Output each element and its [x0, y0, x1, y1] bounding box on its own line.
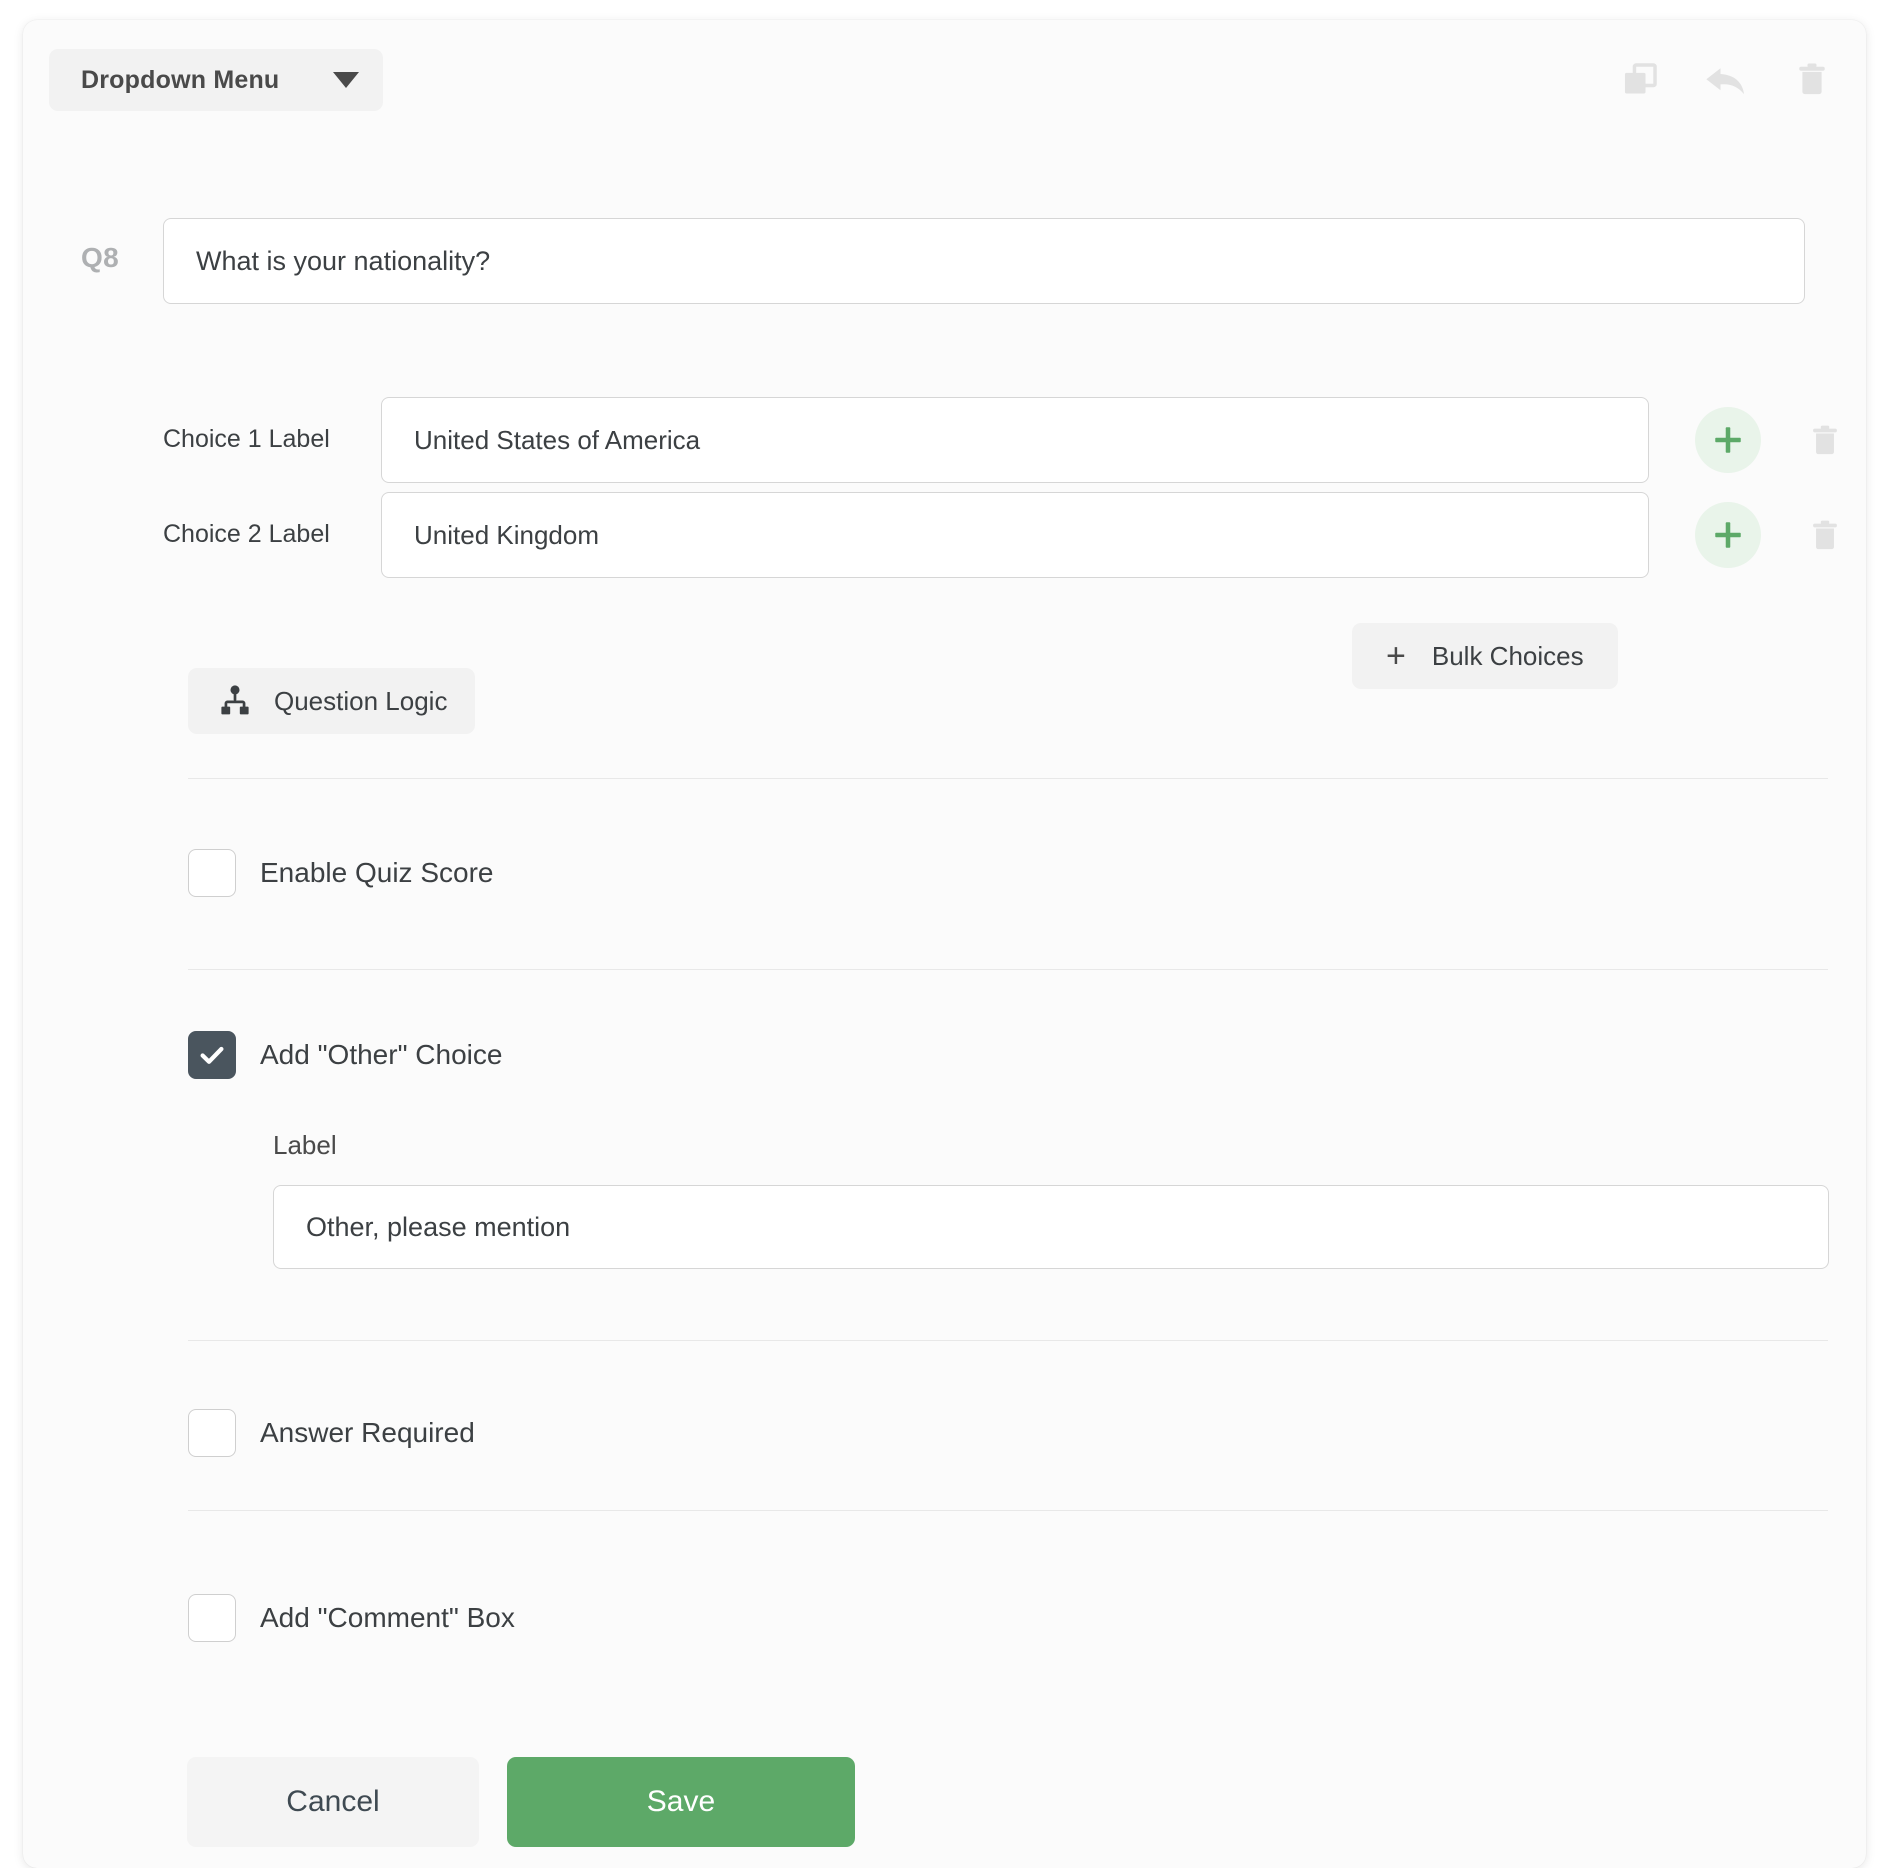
add-comment-box-checkbox[interactable] — [188, 1594, 236, 1642]
choice-value-input[interactable] — [381, 397, 1649, 483]
trash-icon — [1813, 520, 1837, 550]
editor-footer: Cancel Save — [187, 1757, 855, 1847]
add-choice-button[interactable] — [1695, 502, 1761, 568]
divider — [188, 1510, 1828, 1511]
answer-required-label: Answer Required — [260, 1417, 475, 1448]
other-label-input[interactable] — [273, 1185, 1829, 1269]
chevron-down-icon — [333, 72, 360, 88]
delete-choice-button[interactable] — [1803, 512, 1847, 560]
add-comment-box-label: Add "Comment" Box — [260, 1602, 515, 1633]
add-other-choice-checkbox[interactable] — [188, 1031, 236, 1079]
plus-icon: + — [1386, 637, 1406, 675]
divider — [188, 778, 1828, 779]
add-other-choice-row[interactable]: Add "Other" Choice — [188, 1031, 502, 1079]
other-label-caption: Label — [273, 1130, 337, 1160]
question-type-dropdown[interactable]: Dropdown Menu — [49, 49, 384, 111]
duplicate-icon — [1624, 63, 1657, 94]
bulk-choices-label: Bulk Choices — [1431, 640, 1584, 671]
answer-required-row[interactable]: Answer Required — [188, 1409, 475, 1457]
trash-icon — [1799, 63, 1825, 95]
question-logic-button[interactable]: Question Logic — [188, 668, 476, 734]
delete-choice-button[interactable] — [1803, 417, 1847, 465]
plus-icon — [1715, 522, 1741, 548]
question-number: Q8 — [81, 242, 119, 273]
trash-icon — [1813, 425, 1837, 455]
save-button[interactable]: Save — [507, 1757, 855, 1847]
choice-row: Choice 1 Label — [23, 397, 1866, 483]
question-text-input[interactable] — [163, 218, 1805, 304]
add-other-choice-label: Add "Other" Choice — [260, 1039, 503, 1070]
enable-quiz-score-row[interactable]: Enable Quiz Score — [188, 849, 493, 897]
question-type-label: Dropdown Menu — [81, 65, 280, 94]
check-icon — [200, 1046, 224, 1064]
bulk-choices-button[interactable]: + Bulk Choices — [1352, 623, 1618, 689]
choice-value-input[interactable] — [381, 492, 1649, 578]
enable-quiz-score-checkbox[interactable] — [188, 849, 236, 897]
enable-quiz-score-label: Enable Quiz Score — [260, 857, 494, 888]
undo-question-button[interactable] — [1704, 56, 1748, 104]
editor-header: Dropdown Menu — [23, 20, 1866, 140]
answer-required-checkbox[interactable] — [188, 1409, 236, 1457]
divider — [188, 1340, 1828, 1341]
undo-icon — [1706, 68, 1745, 95]
choice-label: Choice 1 Label — [163, 425, 330, 453]
cancel-button[interactable]: Cancel — [187, 1757, 479, 1847]
choice-label: Choice 2 Label — [163, 520, 330, 548]
question-editor-card: Dropdown Menu Q8 What is your nationalit… — [23, 20, 1866, 1868]
add-choice-button[interactable] — [1695, 407, 1761, 473]
question-logic-label: Question Logic — [274, 685, 448, 716]
divider — [188, 969, 1828, 970]
plus-icon — [1715, 427, 1741, 453]
header-action-group — [1618, 56, 1834, 104]
choice-row: Choice 2 Label — [23, 492, 1866, 578]
other-label-block: Label — [273, 1130, 1829, 1269]
delete-question-button[interactable] — [1790, 56, 1834, 104]
duplicate-question-button[interactable] — [1618, 56, 1662, 104]
add-comment-box-row[interactable]: Add "Comment" Box — [188, 1594, 515, 1642]
question-row: Q8 — [23, 218, 1866, 314]
sitemap-icon — [221, 685, 249, 715]
